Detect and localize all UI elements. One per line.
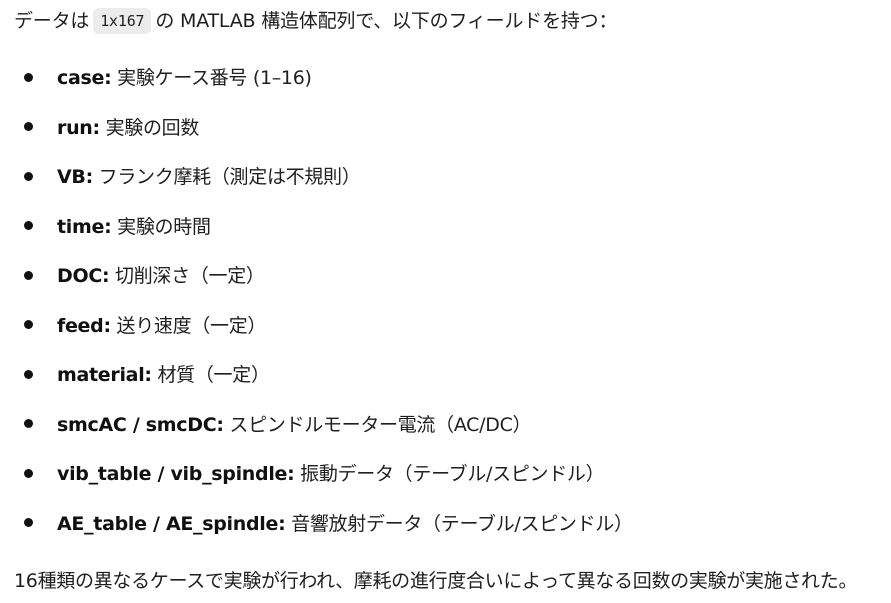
field-description: 実験の回数 <box>105 116 200 139</box>
field-name: AE_table / AE_spindle: <box>57 512 286 535</box>
field-description: スピンドルモーター電流（AC/DC） <box>229 413 532 436</box>
field-description: 切削深さ（一定） <box>115 265 265 288</box>
list-item-text: vib_table / vib_spindle: 振動データ（テーブル/スピンド… <box>57 459 605 486</box>
list-item: DOC: 切削深さ（一定） <box>0 250 891 300</box>
intro-text-before: データは <box>14 10 90 32</box>
bullet-icon <box>24 369 33 379</box>
field-name: run: <box>57 116 100 139</box>
field-list: case: 実験ケース番号 (1–16) run: 実験の回数 VB: フランク… <box>0 52 891 547</box>
field-description: フランク摩耗（測定は不規則） <box>98 166 361 189</box>
list-item-text: VB: フランク摩耗（測定は不規則） <box>57 162 361 189</box>
field-name: time: <box>57 215 112 238</box>
list-item: VB: フランク摩耗（測定は不規則） <box>0 151 891 201</box>
intro-paragraph: データは 1x167 の MATLAB 構造体配列で、以下のフィールドを持つ： <box>14 6 617 36</box>
field-name: case: <box>57 67 112 90</box>
field-description: 振動データ（テーブル/スピンドル） <box>300 463 605 486</box>
list-item-text: run: 実験の回数 <box>57 113 199 140</box>
bullet-icon <box>24 270 33 280</box>
bullet-icon <box>24 419 33 429</box>
list-item-text: AE_table / AE_spindle: 音響放射データ（テーブル/スピンド… <box>57 509 633 536</box>
list-item: feed: 送り速度（一定） <box>0 300 891 350</box>
list-item-text: material: 材質（一定） <box>57 360 270 387</box>
bullet-icon <box>24 518 33 528</box>
inline-code: 1x167 <box>93 8 152 34</box>
list-item: run: 実験の回数 <box>0 102 891 152</box>
bullet-icon <box>24 221 33 231</box>
list-item-text: feed: 送り速度（一定） <box>57 311 266 338</box>
list-item-text: time: 実験の時間 <box>57 212 211 239</box>
list-item-text: case: 実験ケース番号 (1–16) <box>57 63 312 90</box>
bullet-icon <box>24 122 33 132</box>
summary-paragraph: 16種類の異なるケースで実験が行われ、摩耗の進行度合いによって異なる回数の実験が… <box>14 570 858 592</box>
list-item-text: DOC: 切削深さ（一定） <box>57 261 265 288</box>
list-item: AE_table / AE_spindle: 音響放射データ（テーブル/スピンド… <box>0 498 891 548</box>
field-name: VB: <box>57 166 93 189</box>
list-item: time: 実験の時間 <box>0 201 891 251</box>
field-description: 材質（一定） <box>157 364 270 387</box>
field-name: smcAC / smcDC: <box>57 413 224 436</box>
list-item: smcAC / smcDC: スピンドルモーター電流（AC/DC） <box>0 399 891 449</box>
field-description: 音響放射データ（テーブル/スピンドル） <box>291 512 633 535</box>
bullet-icon <box>24 171 33 181</box>
bullet-icon <box>24 72 33 82</box>
intro-text-after: の MATLAB 構造体配列で、以下のフィールドを持つ： <box>155 10 618 32</box>
field-name: DOC: <box>57 265 110 288</box>
list-item-text: smcAC / smcDC: スピンドルモーター電流（AC/DC） <box>57 410 532 437</box>
list-item: material: 材質（一定） <box>0 349 891 399</box>
field-name: feed: <box>57 314 111 337</box>
field-name: vib_table / vib_spindle: <box>57 463 295 486</box>
bullet-icon <box>24 468 33 478</box>
field-name: material: <box>57 364 152 387</box>
list-item: vib_table / vib_spindle: 振動データ（テーブル/スピンド… <box>0 448 891 498</box>
field-description: 送り速度（一定） <box>116 314 267 337</box>
field-description: 実験の時間 <box>117 215 211 238</box>
field-description: 実験ケース番号 (1–16) <box>117 67 312 90</box>
list-item: case: 実験ケース番号 (1–16) <box>0 52 891 102</box>
bullet-icon <box>24 320 33 330</box>
